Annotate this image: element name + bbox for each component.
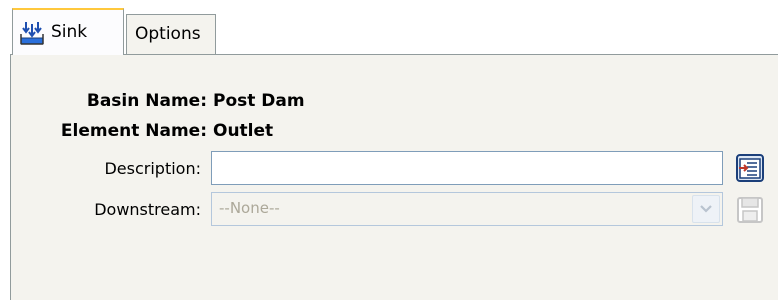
chevron-down-icon[interactable] [692,195,720,223]
save-disk-icon [735,195,765,225]
sink-icon [19,20,45,46]
description-editor-button[interactable] [733,152,767,184]
description-field[interactable] [211,151,723,185]
tab-sink-label: Sink [51,22,88,42]
tab-sink[interactable]: Sink [12,8,124,55]
tab-strip: Sink Options [10,0,778,56]
downstream-value: --None-- [219,199,280,217]
tab-options[interactable]: Options [126,14,216,54]
element-name-value: Outlet [213,121,274,141]
element-name-label: Element Name: [60,121,207,141]
tab-options-label: Options [135,24,201,44]
basin-name-label: Basin Name: [86,91,207,111]
basin-name-value: Post Dam [213,91,305,111]
sink-editor-window: Sink Options Basin Name: Post Dam Elemen… [0,0,778,300]
description-editor-icon [735,153,765,183]
description-label: Description: [104,159,201,178]
downstream-save-button[interactable] [733,194,767,226]
downstream-select[interactable]: --None-- [211,192,723,226]
downstream-label: Downstream: [94,200,201,219]
sink-panel: Basin Name: Post Dam Element Name: Outle… [10,54,778,300]
